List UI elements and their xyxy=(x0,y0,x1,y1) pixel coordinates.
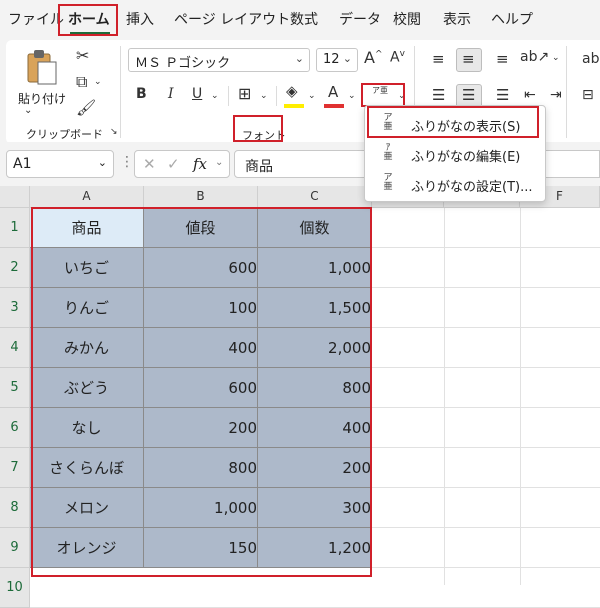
row-header[interactable]: 6 xyxy=(0,408,30,448)
clipboard-launcher-icon[interactable]: ↘ xyxy=(110,128,118,137)
fill-color-icon[interactable]: ◈ xyxy=(286,84,298,99)
font-color-icon[interactable]: A xyxy=(328,85,338,100)
phonetic-edit-icon: ｱ亜 xyxy=(383,143,393,162)
bold-button[interactable]: B xyxy=(136,87,147,101)
chevron-down-icon: ⌄ xyxy=(342,52,352,65)
tab-help[interactable]: ヘルプ xyxy=(491,9,533,29)
tab-formulas[interactable]: 数式 xyxy=(290,9,318,29)
merge-center-icon[interactable]: ⊟ xyxy=(582,88,594,102)
font-name-select[interactable]: ＭＳ Ｐゴシック ⌄ xyxy=(128,48,310,72)
fill-color-swatch xyxy=(284,104,304,108)
align-middle-icon: ≡ xyxy=(462,50,475,68)
chevron-down-icon: ⌄ xyxy=(215,157,224,168)
tab-insert[interactable]: 挿入 xyxy=(126,9,154,29)
col-header-a[interactable]: A xyxy=(30,186,144,208)
formula-tools: ✕ ✓ fx ⌄ xyxy=(134,150,230,178)
font-size-select[interactable]: 12 ⌄ xyxy=(316,48,358,72)
spreadsheet-grid: A B C D E F 12345678910 商品値段個数いちご6001,00… xyxy=(0,186,600,608)
orientation-dropdown-icon[interactable]: ⌄ xyxy=(552,54,560,63)
select-all-corner[interactable] xyxy=(0,186,30,208)
align-top-icon[interactable]: ≡ xyxy=(432,52,445,67)
menu-item-label: ふりがなの設定(T)... xyxy=(411,180,533,195)
divider xyxy=(228,86,229,106)
increase-indent-icon[interactable]: ⇥ xyxy=(550,88,562,102)
divider xyxy=(276,86,277,106)
row-header[interactable]: 7 xyxy=(0,448,30,488)
copy-icon[interactable]: ⧉ xyxy=(76,74,87,90)
font-color-swatch xyxy=(324,104,344,108)
clipboard-group-label: クリップボード xyxy=(26,128,103,141)
row-header[interactable]: 5 xyxy=(0,368,30,408)
chevron-down-icon: ⌄ xyxy=(294,52,304,65)
border-dropdown-icon[interactable]: ⌄ xyxy=(260,92,268,101)
underline-dropdown-icon[interactable]: ⌄ xyxy=(211,92,219,101)
row-header[interactable]: 2 xyxy=(0,248,30,288)
row-header[interactable]: 1 xyxy=(0,208,30,248)
align-bottom-icon[interactable]: ≡ xyxy=(496,52,509,67)
font-color-dropdown-icon[interactable]: ⌄ xyxy=(348,92,356,101)
highlight-table-range xyxy=(31,207,372,577)
group-divider xyxy=(120,46,121,138)
underline-button[interactable]: U xyxy=(192,87,202,101)
gridline xyxy=(520,208,521,585)
shrink-font-icon[interactable]: Av xyxy=(390,50,405,65)
menu-item-phonetic-settings[interactable]: ア亜 ふりがなの設定(T)... xyxy=(371,170,539,198)
name-box-value: A1 xyxy=(13,156,32,172)
align-center-icon: ☰ xyxy=(462,86,476,104)
row-header[interactable]: 4 xyxy=(0,328,30,368)
tab-view[interactable]: 表示 xyxy=(443,9,471,29)
italic-button[interactable]: I xyxy=(168,87,174,101)
tab-file[interactable]: ファイル xyxy=(8,9,64,29)
decrease-indent-icon[interactable]: ⇤ xyxy=(524,88,536,102)
group-divider xyxy=(566,46,567,138)
menu-item-edit-phonetic[interactable]: ｱ亜 ふりがなの編集(E) xyxy=(371,140,539,168)
chevron-down-icon: ⌄ xyxy=(97,156,107,169)
col-header-c[interactable]: C xyxy=(258,186,372,208)
insert-function-icon[interactable]: fx xyxy=(193,155,207,173)
name-box[interactable]: A1 ⌄ xyxy=(6,150,114,178)
tab-data[interactable]: データ xyxy=(339,9,381,29)
align-right-icon[interactable]: ☰ xyxy=(496,88,509,103)
row-header[interactable]: 9 xyxy=(0,528,30,568)
highlight-home-tab xyxy=(58,4,118,36)
font-size-value: 12 xyxy=(323,52,340,67)
row-header[interactable]: 8 xyxy=(0,488,30,528)
enter-icon[interactable]: ✓ xyxy=(167,155,180,173)
border-icon[interactable]: ⊞ xyxy=(238,86,251,102)
gridline xyxy=(444,208,445,585)
row-header[interactable]: 10 xyxy=(0,568,30,608)
highlight-show-phonetic-item xyxy=(367,106,539,138)
phonetic-settings-icon: ア亜 xyxy=(383,173,393,192)
orientation-icon[interactable]: ab↗ xyxy=(520,50,549,64)
paste-icon[interactable] xyxy=(24,48,60,88)
menu-item-label: ふりがなの編集(E) xyxy=(411,150,521,165)
grow-font-icon[interactable]: A^ xyxy=(364,50,383,66)
highlight-phonetic-button xyxy=(361,83,405,107)
tab-review[interactable]: 校閲 xyxy=(393,9,421,29)
row-header[interactable]: 3 xyxy=(0,288,30,328)
cancel-icon[interactable]: ✕ xyxy=(143,155,156,173)
cut-icon[interactable]: ✂ xyxy=(76,48,89,64)
paste-dropdown-icon[interactable]: ⌄ xyxy=(24,106,32,116)
wrap-text-icon[interactable]: ab xyxy=(582,52,599,66)
tab-page-layout[interactable]: ページ レイアウト xyxy=(174,9,290,29)
format-painter-icon[interactable]: 🖌 xyxy=(76,100,96,116)
align-left-icon[interactable]: ☰ xyxy=(432,88,445,103)
fill-color-dropdown-icon[interactable]: ⌄ xyxy=(308,92,316,101)
formula-content: 商品 xyxy=(245,159,273,175)
more-options-icon[interactable]: ⋮ xyxy=(120,154,134,170)
highlight-font-group-label xyxy=(233,115,283,142)
copy-dropdown-icon[interactable]: ⌄ xyxy=(94,78,102,87)
col-header-b[interactable]: B xyxy=(144,186,258,208)
font-name-value: ＭＳ Ｐゴシック xyxy=(135,56,231,71)
